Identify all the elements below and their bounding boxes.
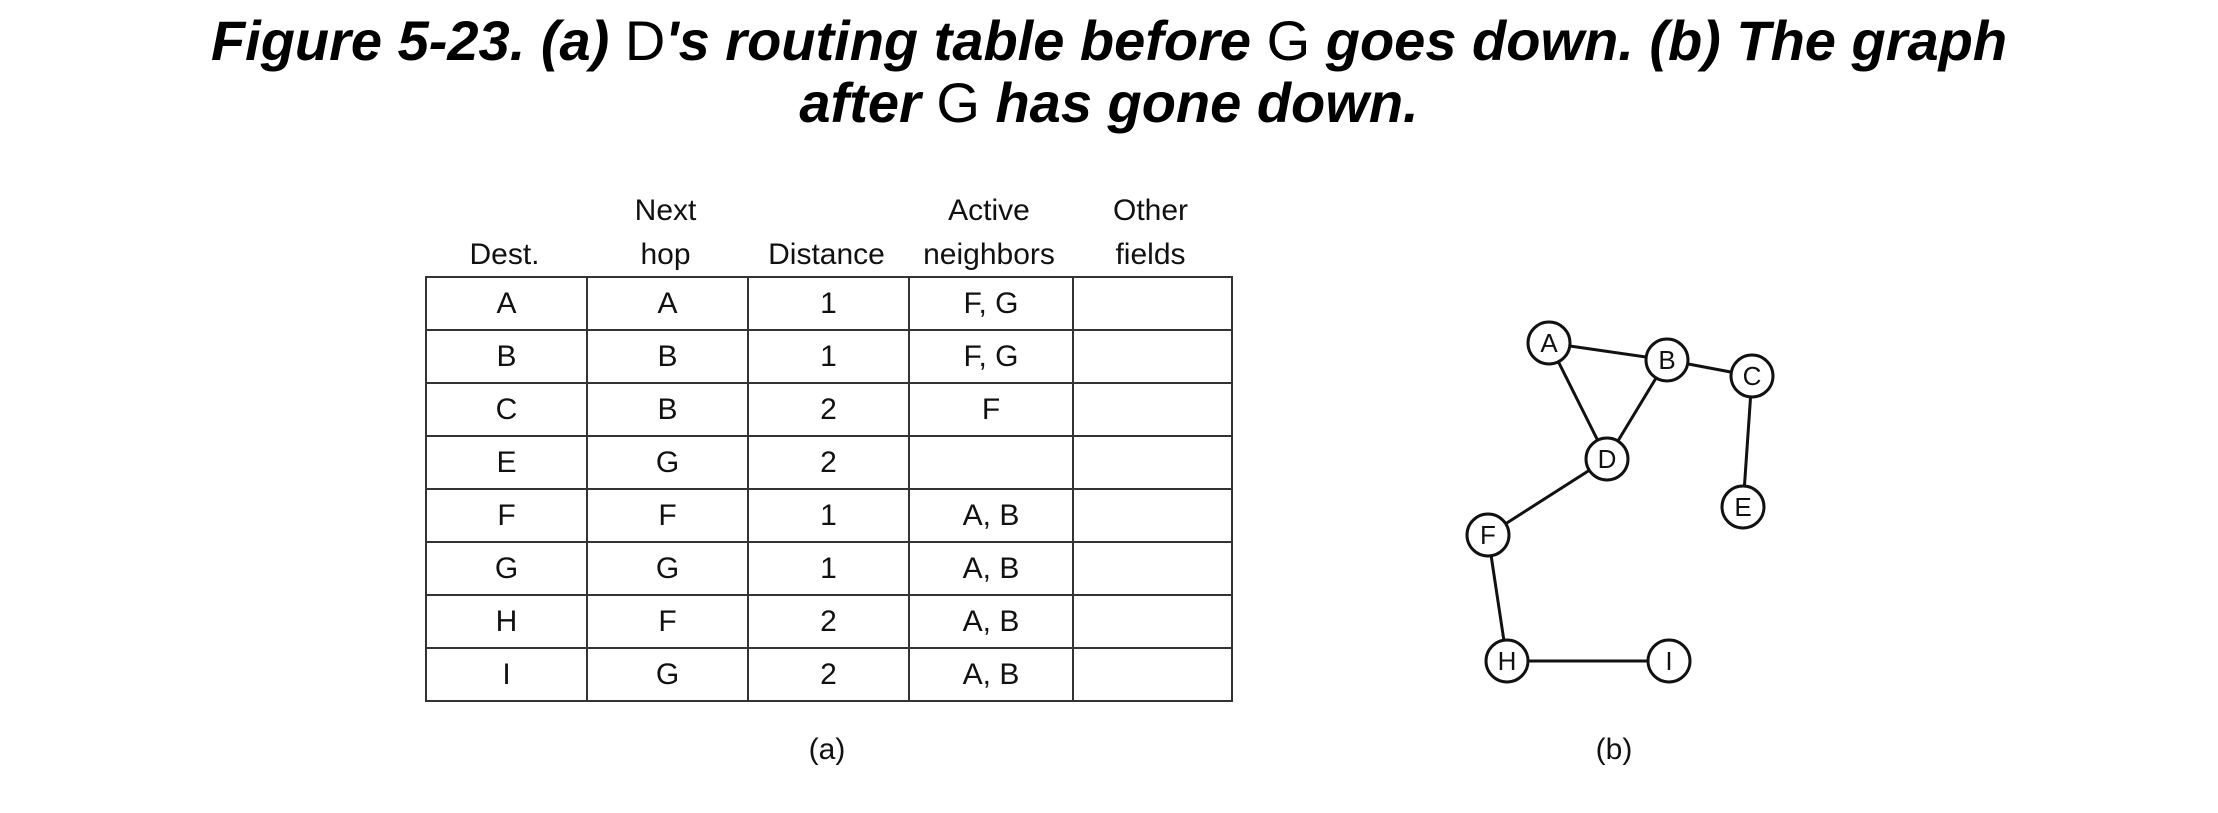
node-f: F bbox=[1465, 512, 1511, 558]
node-h: H bbox=[1484, 638, 1530, 684]
node-c: C bbox=[1729, 353, 1775, 399]
graph-nodes: A B C D E F H I bbox=[1465, 320, 1775, 684]
node-label: E bbox=[1734, 492, 1751, 522]
node-label: H bbox=[1498, 646, 1517, 676]
node-e: E bbox=[1720, 484, 1766, 530]
node-label: D bbox=[1598, 444, 1617, 474]
graph-edges bbox=[1486, 341, 1754, 663]
panel-label-b: (b) bbox=[1595, 733, 1633, 766]
node-label: A bbox=[1540, 328, 1558, 358]
node-label: C bbox=[1743, 361, 1762, 391]
network-graph: A B C D E F H I bbox=[1465, 320, 1775, 684]
node-d: D bbox=[1584, 436, 1630, 482]
node-i: I bbox=[1646, 638, 1692, 684]
node-b: B bbox=[1644, 337, 1690, 383]
node-label: F bbox=[1480, 520, 1496, 550]
node-a: A bbox=[1526, 320, 1572, 366]
node-label: I bbox=[1665, 646, 1672, 676]
node-label: B bbox=[1658, 345, 1675, 375]
